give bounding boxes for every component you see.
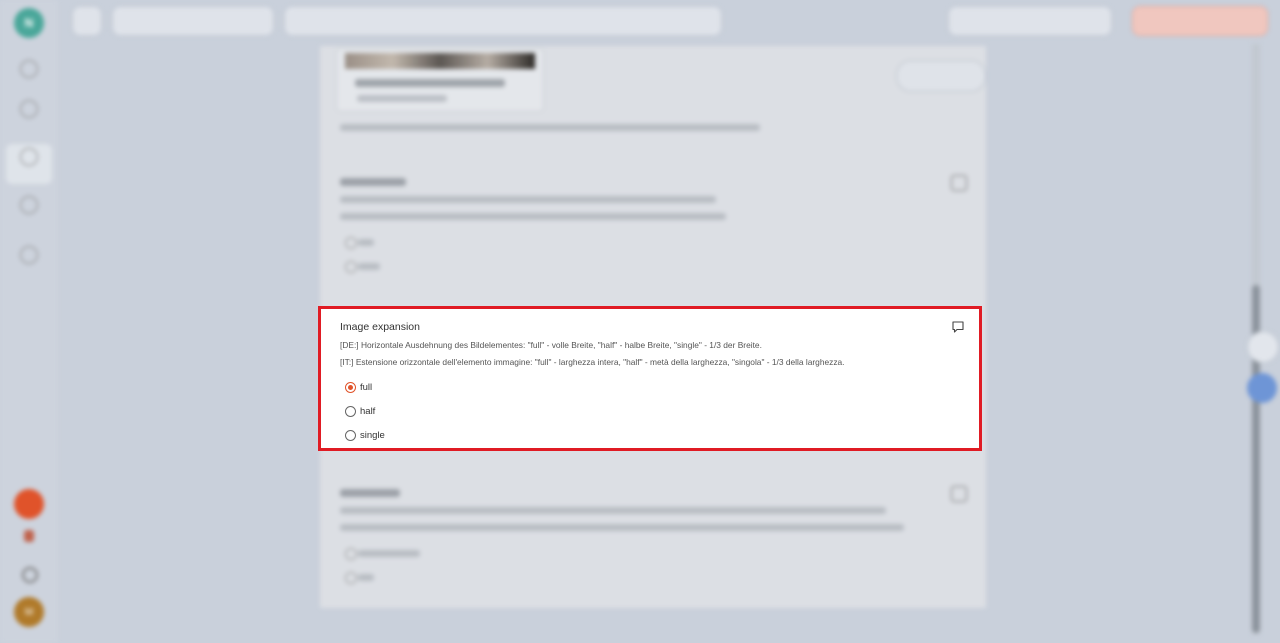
sidebar-item-5[interactable] bbox=[6, 242, 52, 282]
blurred-radio[interactable] bbox=[345, 237, 357, 249]
sidebar-item-1[interactable] bbox=[6, 56, 52, 96]
settings-icon bbox=[20, 246, 38, 264]
blurred-text bbox=[340, 524, 904, 531]
discard-button[interactable] bbox=[1132, 6, 1268, 36]
blurred-text bbox=[340, 507, 886, 514]
blurred-radio[interactable] bbox=[345, 548, 357, 560]
breadcrumb[interactable] bbox=[284, 6, 722, 36]
radio-option-full[interactable]: full bbox=[345, 379, 372, 395]
radio-button[interactable] bbox=[345, 429, 356, 441]
floating-action-button[interactable] bbox=[1247, 331, 1279, 363]
language-selector[interactable] bbox=[948, 6, 1112, 36]
description-de: [DE:] Horizontale Ausdehnung des Bildele… bbox=[340, 340, 762, 350]
description-it: [IT:] Estensione orizzontale dell'elemen… bbox=[340, 357, 845, 367]
project-selector[interactable] bbox=[112, 6, 274, 36]
radio-label: half bbox=[360, 405, 376, 417]
blurred-text bbox=[358, 574, 374, 581]
sidebar-item-4[interactable] bbox=[6, 192, 52, 232]
radio-option-single[interactable]: single bbox=[345, 427, 385, 443]
preview-title bbox=[355, 79, 505, 87]
blurred-text bbox=[340, 124, 760, 131]
top-bar bbox=[58, 0, 1280, 44]
floating-check-button[interactable] bbox=[1247, 373, 1277, 403]
blurred-title bbox=[340, 489, 400, 497]
notification-badge[interactable] bbox=[14, 489, 44, 519]
blurred-radio[interactable] bbox=[345, 572, 357, 584]
bell-icon[interactable] bbox=[24, 530, 34, 542]
radio-label: full bbox=[360, 381, 373, 393]
blurred-text bbox=[340, 213, 726, 220]
sidebar: N M bbox=[0, 0, 58, 643]
blurred-text bbox=[358, 550, 420, 557]
sidebar-item-3[interactable] bbox=[6, 144, 52, 184]
edit-button[interactable] bbox=[896, 60, 986, 92]
app-logo[interactable]: N bbox=[14, 8, 44, 38]
blurred-text bbox=[340, 196, 716, 203]
blurred-text bbox=[358, 239, 374, 246]
back-button[interactable] bbox=[72, 6, 102, 36]
sidebar-item-2[interactable] bbox=[6, 96, 52, 136]
preview-meta bbox=[357, 95, 447, 102]
comment-icon[interactable] bbox=[951, 320, 965, 334]
image-expansion-field: Image expansion [DE:] Horizontale Ausdeh… bbox=[318, 306, 982, 451]
radio-option-half[interactable]: half bbox=[345, 403, 375, 419]
radio-button-checked[interactable] bbox=[345, 381, 356, 393]
content-icon bbox=[20, 148, 38, 166]
folder-icon bbox=[20, 196, 38, 214]
gear-icon[interactable] bbox=[22, 567, 38, 583]
field-title: Image expansion bbox=[340, 321, 420, 333]
blurred-radio[interactable] bbox=[345, 261, 357, 273]
plus-icon[interactable] bbox=[951, 486, 967, 502]
avatar[interactable]: M bbox=[14, 597, 44, 627]
grid-icon bbox=[20, 60, 38, 78]
blurred-title bbox=[340, 178, 406, 186]
blurred-text bbox=[358, 263, 380, 270]
preview-image bbox=[345, 53, 535, 69]
image-preview bbox=[336, 48, 544, 112]
radio-button[interactable] bbox=[345, 405, 356, 417]
globe-icon bbox=[20, 100, 38, 118]
plus-icon[interactable] bbox=[951, 175, 967, 191]
radio-label: single bbox=[360, 429, 385, 441]
